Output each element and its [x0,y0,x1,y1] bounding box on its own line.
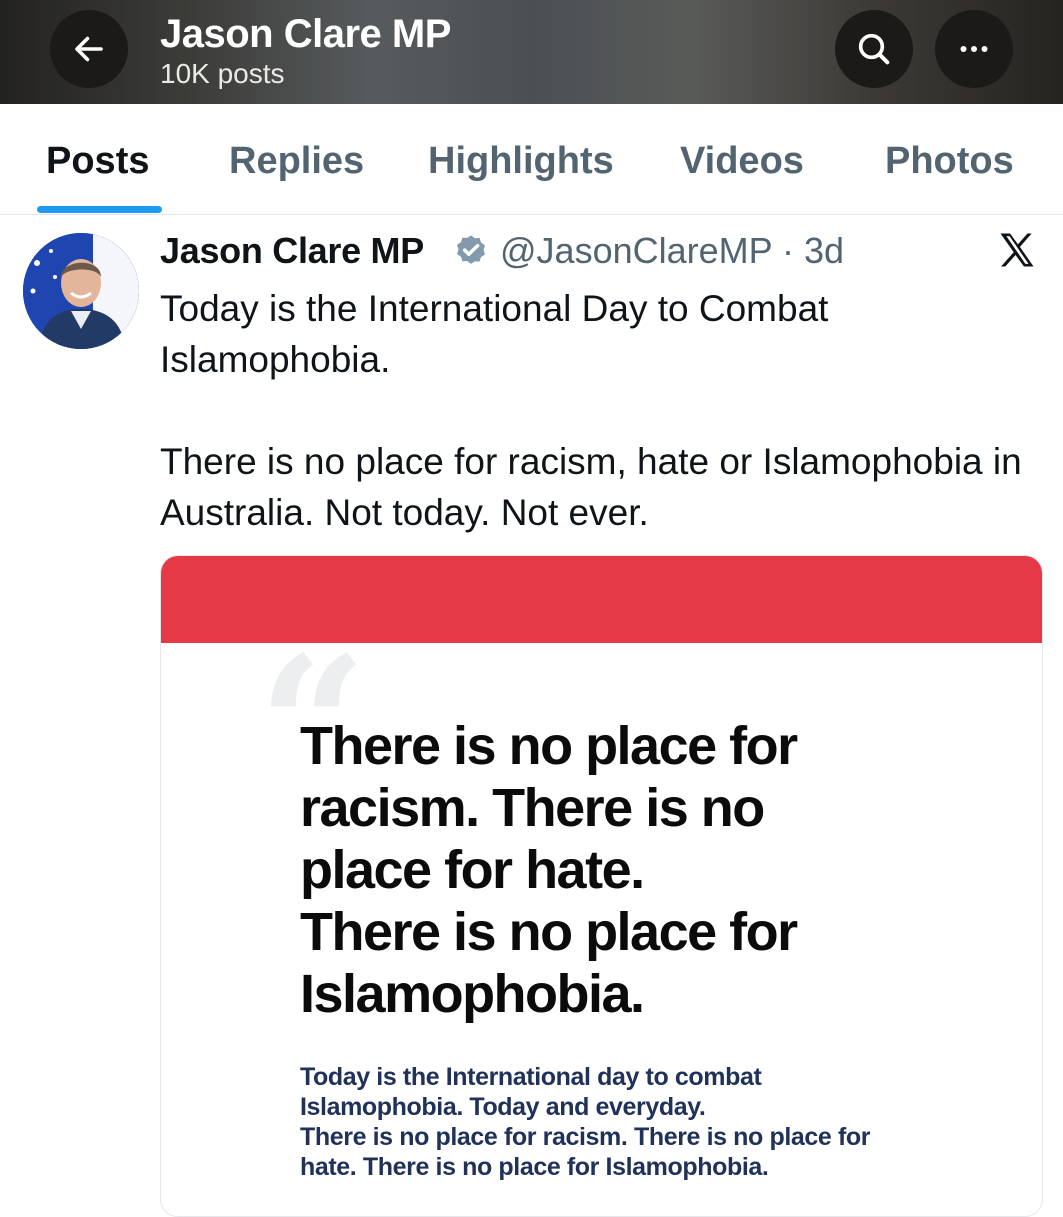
post-paragraph: There is no place for racism, hate or Is… [160,441,1022,533]
subtext-line: There is no place for racism. There is n… [300,1123,871,1151]
profile-tabs: Posts Replies Highlights Videos Photos [0,104,1063,215]
post-body: Today is the International Day to Combat… [160,283,1040,538]
back-button[interactable] [50,10,128,88]
tab-photos[interactable]: Photos [885,140,1014,183]
x-logo-icon[interactable] [995,228,1039,272]
verified-badge-icon [457,235,485,264]
subtext-line: Today is the International day to combat [300,1063,762,1091]
media-subtext: Today is the International day to combat… [300,1062,940,1182]
profile-header: Jason Clare MP 10K posts [0,0,1063,104]
headline-line: There is no place for [300,902,798,962]
more-button[interactable] [935,10,1013,88]
avatar[interactable] [23,233,139,349]
arrow-left-icon [75,36,103,62]
subtext-line: hate. There is no place for Islamophobia… [300,1153,769,1181]
post-handle-time[interactable]: @JasonClareMP · 3d [500,230,844,272]
search-icon [858,33,890,65]
tab-highlights[interactable]: Highlights [428,140,614,183]
tab-videos[interactable]: Videos [680,140,804,183]
headline-line: racism. There is no [300,778,765,838]
tab-posts[interactable]: Posts [46,140,149,183]
post-count: 10K posts [160,58,285,89]
profile-name: Jason Clare MP [160,12,451,56]
active-tab-indicator [37,206,162,213]
tab-replies[interactable]: Replies [229,140,364,183]
headline-line: There is no place for [300,716,798,776]
media-headline: There is no place for racism. There is n… [300,715,940,1025]
post-paragraph: Today is the International Day to Combat… [160,288,829,380]
subtext-line: Islamophobia. Today and everyday. [300,1093,706,1121]
more-horizontal-icon [960,46,988,52]
search-button[interactable] [835,10,913,88]
headline-line: Islamophobia. [300,964,645,1024]
headline-line: place for hate. [300,840,645,900]
post-author[interactable]: Jason Clare MP [160,230,424,272]
